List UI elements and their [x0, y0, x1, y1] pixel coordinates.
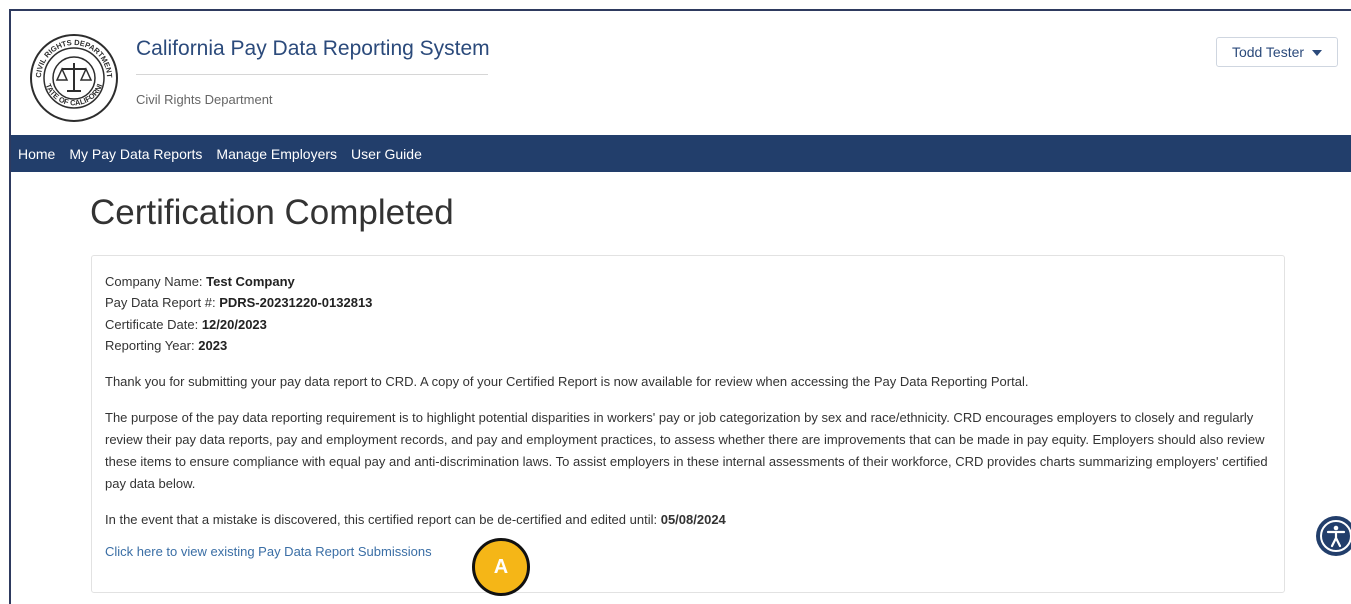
report-number-row: Pay Data Report #: PDRS-20231220-0132813	[105, 295, 372, 310]
purpose-text: The purpose of the pay data reporting re…	[105, 410, 1268, 491]
site-header: CIVIL RIGHTS DEPARTMENT STATE OF CALIFOR…	[11, 11, 1351, 135]
reporting-year-value: 2023	[198, 338, 228, 353]
certification-card: Company Name: Test Company Pay Data Repo…	[91, 255, 1285, 593]
title-divider	[136, 74, 488, 75]
reporting-year-row: Reporting Year: 2023	[105, 338, 227, 353]
nav-item-my-pay-data-reports[interactable]: My Pay Data Reports	[62, 146, 209, 162]
certificate-date-value: 12/20/2023	[201, 317, 267, 332]
nav-item-user-guide[interactable]: User Guide	[344, 146, 429, 162]
decertify-deadline-text: In the event that a mistake is discovere…	[105, 509, 1270, 531]
report-number-label: Pay Data Report #:	[105, 295, 216, 310]
company-name-row: Company Name: Test Company	[105, 274, 295, 289]
accessibility-icon	[1320, 520, 1351, 552]
crd-seal-logo: CIVIL RIGHTS DEPARTMENT STATE OF CALIFOR…	[29, 33, 118, 122]
company-name-label: Company Name:	[105, 274, 203, 289]
department-name: Civil Rights Department	[136, 92, 273, 107]
user-name: Todd Tester	[1231, 44, 1305, 60]
accessibility-button[interactable]	[1316, 516, 1351, 556]
decertify-text: In the event that a mistake is discovere…	[105, 512, 658, 527]
app-title[interactable]: California Pay Data Reporting System	[136, 37, 490, 61]
annotation-marker: A	[472, 538, 530, 596]
company-name-value: Test Company	[206, 274, 295, 289]
report-number-value: PDRS-20231220-0132813	[219, 295, 373, 310]
certificate-date-row: Certificate Date: 12/20/2023	[105, 317, 267, 332]
page-title: Certification Completed	[90, 193, 454, 232]
user-menu-button[interactable]: Todd Tester	[1216, 37, 1338, 67]
reporting-year-label: Reporting Year:	[105, 338, 195, 353]
nav-item-home[interactable]: Home	[11, 146, 62, 162]
certificate-date-label: Certificate Date:	[105, 317, 199, 332]
decertify-date: 05/08/2024	[660, 512, 726, 527]
chevron-down-icon	[1312, 50, 1323, 56]
nav-item-manage-employers[interactable]: Manage Employers	[209, 146, 344, 162]
view-submissions-link[interactable]: Click here to view existing Pay Data Rep…	[105, 544, 432, 559]
thank-you-text: Thank you for submitting your pay data r…	[105, 374, 1029, 389]
main-nav: Home My Pay Data Reports Manage Employer…	[11, 135, 1351, 172]
